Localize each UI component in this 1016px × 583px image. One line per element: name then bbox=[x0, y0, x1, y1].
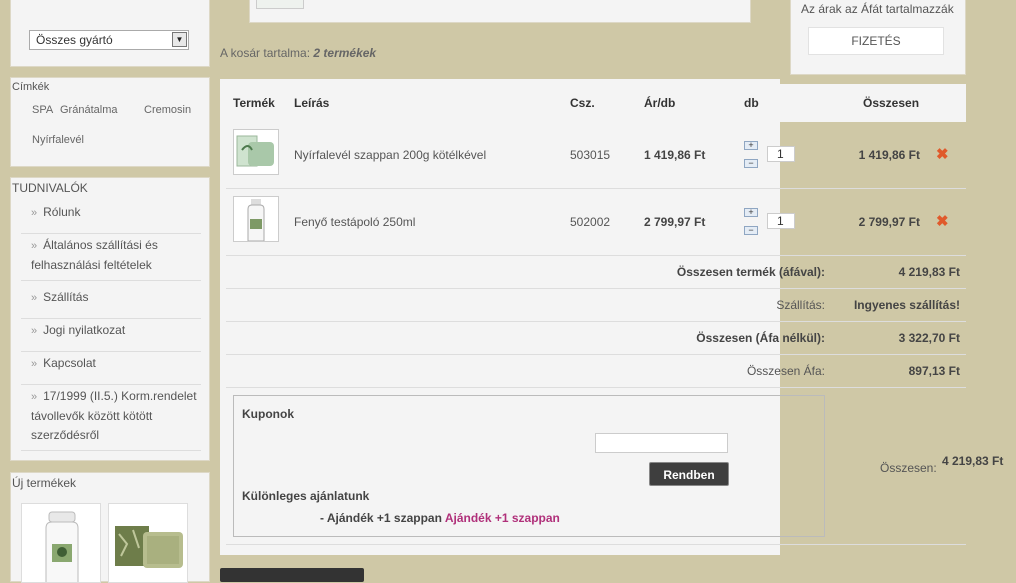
quantity-field[interactable]: 1 bbox=[767, 213, 795, 229]
cart-summary: A kosár tartalma: 2 termékek bbox=[220, 46, 377, 60]
nav-item-regulation[interactable]: » 17/1999 (II.5.) Korm.rendelet távollevő… bbox=[21, 387, 201, 451]
manufacturer-select-value: Összes gyártó bbox=[36, 33, 113, 47]
total-vat-value: 897,13 Ft bbox=[908, 364, 960, 378]
manufacturer-select[interactable]: Összes gyártó ▼ bbox=[29, 30, 189, 50]
info-panel: TUDNIVALÓK » Rólunk » Általános szállítási… bbox=[10, 177, 210, 461]
chevron-right-icon: » bbox=[31, 240, 38, 252]
vat-note: Az árak az Áfát tartalmazzák bbox=[801, 2, 954, 16]
top-thumbnail bbox=[256, 0, 304, 9]
cart-item-count: 2 termékek bbox=[313, 46, 377, 60]
row-divider bbox=[226, 387, 966, 388]
new-product-image-soap[interactable] bbox=[108, 503, 188, 583]
item-sku: 503015 bbox=[570, 148, 611, 162]
chevron-right-icon: » bbox=[31, 358, 38, 370]
info-title: TUDNIVALÓK bbox=[12, 181, 88, 195]
col-header-total: Összesen bbox=[863, 96, 920, 110]
grand-total-label: Összesen: bbox=[880, 461, 937, 475]
tag-link-granatalma[interactable]: Gránátalma bbox=[60, 104, 117, 116]
quantity-field[interactable]: 1 bbox=[767, 146, 795, 162]
row-divider bbox=[226, 321, 966, 322]
bottom-button[interactable] bbox=[220, 568, 364, 582]
row-divider bbox=[226, 544, 966, 545]
col-header-qty: db bbox=[744, 96, 759, 110]
col-header-description: Leírás bbox=[294, 96, 330, 110]
row-divider bbox=[226, 288, 966, 289]
col-header-unit-price: Ár/db bbox=[644, 96, 676, 110]
plus-icon[interactable]: + bbox=[744, 141, 758, 150]
chevron-right-icon: » bbox=[31, 391, 38, 403]
minus-icon[interactable]: − bbox=[744, 226, 758, 235]
delete-icon[interactable]: ✖ bbox=[936, 147, 949, 162]
top-content-box bbox=[249, 0, 751, 23]
new-products-panel: Új termékek bbox=[10, 472, 210, 583]
tag-link-cremosin[interactable]: Cremosin bbox=[144, 104, 191, 116]
chevron-down-icon[interactable]: ▼ bbox=[172, 32, 187, 47]
item-sku: 502002 bbox=[570, 215, 611, 229]
summary-box: Az árak az Áfát tartalmazzák FIZETÉS bbox=[790, 0, 966, 75]
tags-panel: Címkék SPA Gránátalma Cremosin Nyírfalev… bbox=[10, 77, 210, 167]
grand-total-value: 4 219,83 Ft bbox=[942, 454, 1004, 468]
product-image[interactable] bbox=[233, 129, 279, 175]
checkout-button[interactable]: FIZETÉS bbox=[808, 27, 944, 55]
special-offer-link[interactable]: Ajándék +1 szappan bbox=[445, 511, 560, 525]
nav-item-rolunk[interactable]: » Rólunk bbox=[21, 203, 201, 234]
special-offer-item: - Ajándék +1 szappan Ajándék +1 szappan bbox=[320, 511, 560, 525]
row-divider bbox=[226, 255, 966, 256]
chevron-right-icon: » bbox=[31, 207, 38, 219]
item-description[interactable]: Nyírfalevél szappan 200g kötélkével bbox=[294, 148, 486, 162]
col-header-sku: Csz. bbox=[570, 96, 595, 110]
new-products-title: Új termékek bbox=[12, 476, 77, 490]
coupon-title: Kuponok bbox=[242, 407, 294, 421]
tag-link-nyirfalevel[interactable]: Nyírfalevél bbox=[32, 134, 84, 146]
item-unit-price: 2 799,97 Ft bbox=[644, 215, 706, 229]
coupon-code-input[interactable] bbox=[595, 433, 728, 453]
row-divider bbox=[226, 354, 966, 355]
tag-link-spa[interactable]: SPA bbox=[32, 104, 53, 116]
new-product-image-lotion[interactable] bbox=[21, 503, 101, 583]
coupon-box: Kuponok Rendben Különleges ajánlatunk - … bbox=[233, 395, 825, 537]
chevron-right-icon: » bbox=[31, 292, 38, 304]
chevron-right-icon: » bbox=[31, 325, 38, 337]
nav-item-terms[interactable]: » Általános szállítási és felhasználási f… bbox=[21, 236, 201, 281]
tags-title: Címkék bbox=[12, 81, 50, 93]
manufacturer-panel: ÁB Összes gyártó ▼ bbox=[10, 0, 210, 67]
total-net-value: 3 322,70 Ft bbox=[898, 331, 960, 345]
item-description[interactable]: Fenyő testápoló 250ml bbox=[294, 215, 415, 229]
item-unit-price: 1 419,86 Ft bbox=[644, 148, 706, 162]
shipping-value: Ingyenes szállítás! bbox=[853, 298, 960, 312]
col-header-product: Termék bbox=[233, 96, 275, 110]
nav-item-legal[interactable]: » Jogi nyilatkozat bbox=[21, 321, 201, 352]
total-products-value: 4 219,83 Ft bbox=[898, 265, 960, 279]
item-total: 2 799,97 Ft bbox=[858, 215, 920, 229]
plus-icon[interactable]: + bbox=[744, 208, 758, 217]
minus-icon[interactable]: − bbox=[744, 159, 758, 168]
coupon-apply-button[interactable]: Rendben bbox=[649, 462, 729, 486]
item-total: 1 419,86 Ft bbox=[858, 148, 920, 162]
row-divider bbox=[226, 188, 966, 189]
delete-icon[interactable]: ✖ bbox=[936, 214, 949, 229]
product-image[interactable] bbox=[233, 196, 279, 242]
nav-item-shipping[interactable]: » Szállítás bbox=[21, 288, 201, 319]
nav-item-contact[interactable]: » Kapcsolat bbox=[21, 354, 201, 385]
special-offer-title: Különleges ajánlatunk bbox=[242, 489, 370, 503]
